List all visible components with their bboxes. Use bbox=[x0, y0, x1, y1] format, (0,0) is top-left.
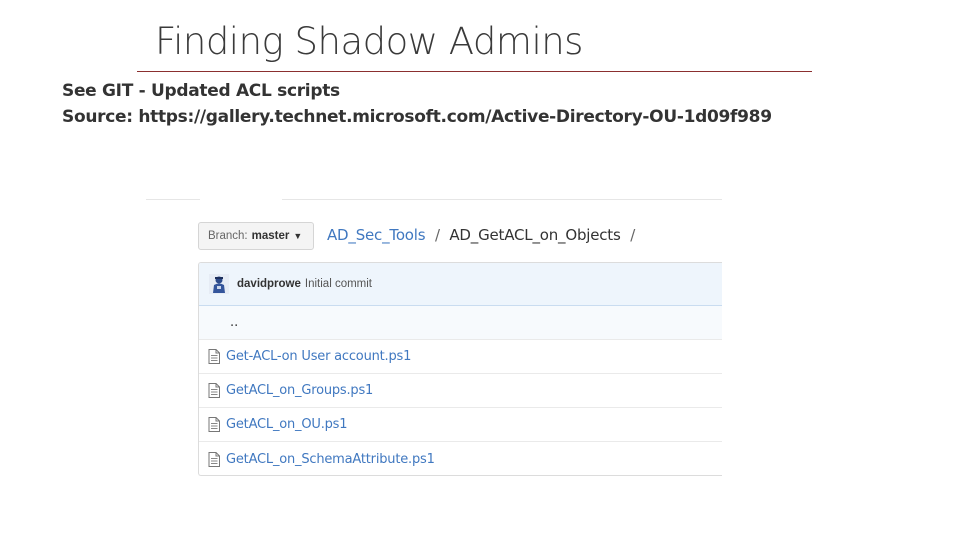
file-row: GetACL_on_SchemaAttribute.ps1 bbox=[199, 442, 722, 475]
breadcrumb-current-folder: AD_GetACL_on_Objects bbox=[449, 226, 621, 244]
parent-directory-row[interactable]: .. bbox=[199, 306, 722, 340]
branch-selector-button[interactable]: Branch: master ▼ bbox=[198, 222, 314, 250]
parent-directory-link[interactable]: .. bbox=[230, 315, 238, 330]
file-row: GetACL_on_OU.ps1 bbox=[199, 408, 722, 442]
slide-title: Finding Shadow Admins bbox=[155, 20, 583, 63]
file-text-icon bbox=[208, 417, 220, 432]
slide-subtitle-git: See GIT - Updated ACL scripts bbox=[62, 81, 340, 101]
slide-source-url: Source: https://gallery.technet.microsof… bbox=[62, 107, 772, 127]
breadcrumb: AD_Sec_Tools / AD_GetACL_on_Objects / bbox=[327, 226, 640, 244]
file-text-icon bbox=[208, 383, 220, 398]
breadcrumb-separator: / bbox=[434, 226, 440, 244]
file-row: Get-ACL-on User account.ps1 bbox=[199, 340, 722, 374]
breadcrumb-separator: / bbox=[630, 226, 636, 244]
file-row: GetACL_on_Groups.ps1 bbox=[199, 374, 722, 408]
branch-label: Branch: bbox=[208, 230, 248, 242]
user-avatar[interactable] bbox=[209, 274, 229, 294]
file-text-icon bbox=[208, 349, 220, 364]
file-link[interactable]: GetACL_on_Groups.ps1 bbox=[226, 383, 373, 398]
file-link[interactable]: GetACL_on_OU.ps1 bbox=[226, 417, 348, 432]
title-divider bbox=[137, 71, 812, 72]
caret-down-icon: ▼ bbox=[293, 231, 303, 241]
file-text-icon bbox=[208, 451, 220, 467]
screenshot-border-gap bbox=[200, 198, 282, 201]
breadcrumb-repo-link[interactable]: AD_Sec_Tools bbox=[327, 226, 426, 244]
branch-value: master bbox=[251, 230, 290, 242]
file-list: davidprowe Initial commit .. Get-ACL-on … bbox=[198, 262, 722, 476]
commit-author-link[interactable]: davidprowe bbox=[237, 278, 301, 290]
file-link[interactable]: Get-ACL-on User account.ps1 bbox=[226, 349, 411, 364]
commit-message-link[interactable]: Initial commit bbox=[305, 278, 372, 290]
file-link[interactable]: GetACL_on_SchemaAttribute.ps1 bbox=[226, 452, 435, 467]
latest-commit-bar: davidprowe Initial commit bbox=[199, 263, 722, 306]
